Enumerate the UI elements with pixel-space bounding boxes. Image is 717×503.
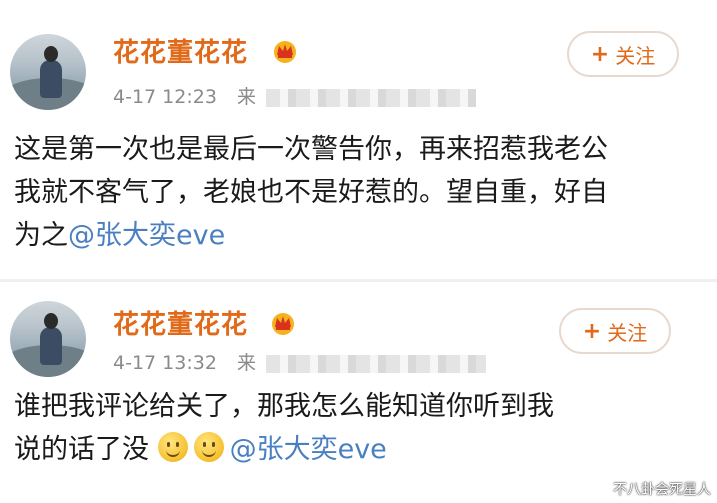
post-meta: 4-17 13:32 来 xyxy=(113,348,487,375)
avatar[interactable] xyxy=(10,301,86,377)
post-text: 这是第一次也是最后一次警告你，再来招惹我老公 我就不客气了，老娘也不是好惹的。望… xyxy=(14,128,694,257)
plus-icon: + xyxy=(582,318,602,344)
watermark: 不八卦会死星人 xyxy=(613,482,711,498)
weibo-post-2: 花花董花花 4-17 13:32 来 + 关注 谁把我评论给关了，那我怎么能知道… xyxy=(0,282,717,503)
smile-emoji-icon xyxy=(157,432,188,462)
avatar[interactable] xyxy=(10,34,86,110)
follow-label: 关注 xyxy=(615,43,656,68)
timestamp: 4-17 13:32 xyxy=(113,352,217,374)
vip-crown-icon xyxy=(272,313,294,335)
weibo-post-1: 花花董花花 4-17 12:23 来 + 关注 这是第一次也是最后一次警告你，再… xyxy=(0,0,717,280)
post-line: 说的话了没 @张大奕eve xyxy=(14,428,694,471)
timestamp: 4-17 12:23 xyxy=(113,86,217,108)
blurred-source xyxy=(266,354,487,373)
post-text-tail: 为之 xyxy=(14,220,68,251)
post-line: 我就不客气了，老娘也不是好惹的。望自重，好自 xyxy=(14,177,608,208)
follow-button[interactable]: + 关注 xyxy=(567,31,679,77)
username[interactable]: 花花董花花 xyxy=(113,32,248,69)
post-line: 这是第一次也是最后一次警告你，再来招惹我老公 xyxy=(14,134,608,165)
smile-emoji-icon xyxy=(193,432,224,462)
plus-icon: + xyxy=(590,41,610,67)
vip-crown-icon xyxy=(274,41,296,63)
username[interactable]: 花花董花花 xyxy=(113,304,248,341)
mention-link[interactable]: @张大奕eve xyxy=(68,220,225,251)
post-text-tail: 说的话了没 xyxy=(14,434,149,465)
follow-button[interactable]: + 关注 xyxy=(559,308,671,354)
post-line: 谁把我评论给关了，那我怎么能知道你听到我 xyxy=(14,391,554,422)
post-text: 谁把我评论给关了，那我怎么能知道你听到我 说的话了没 @张大奕eve xyxy=(14,385,694,471)
follow-label: 关注 xyxy=(607,320,648,345)
post-line: 为之@张大奕eve xyxy=(14,214,694,257)
post-meta: 4-17 12:23 来 xyxy=(113,82,477,109)
blurred-source xyxy=(266,88,477,107)
source-prefix: 来 xyxy=(236,352,256,374)
mention-link[interactable]: @张大奕eve xyxy=(230,434,387,465)
source-prefix: 来 xyxy=(236,86,256,108)
